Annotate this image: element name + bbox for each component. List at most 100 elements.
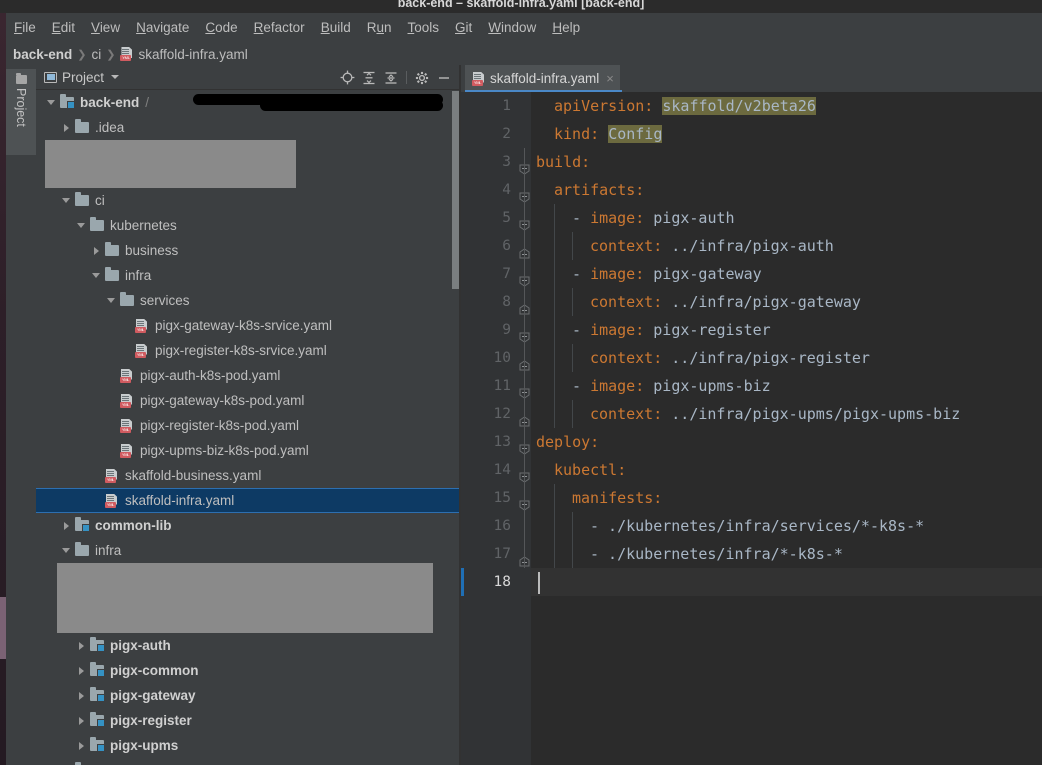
chevron-down-icon[interactable] (111, 75, 120, 79)
menu-tools[interactable]: Tools (407, 19, 441, 36)
code-line-7[interactable]: 7 - image: pigx-gateway (461, 260, 1042, 288)
menu-window[interactable]: Window (487, 19, 537, 36)
tree-row-pigx-auth-k8s-pod-yaml[interactable]: YML pigx-auth-k8s-pod.yaml (36, 363, 460, 388)
tree-row-pigx-common[interactable]: pigx-common (36, 658, 460, 683)
chevron-right-icon[interactable] (57, 123, 75, 132)
menu-edit[interactable]: Edit (51, 19, 76, 36)
tree-row-infra[interactable]: infra (36, 263, 460, 288)
chevron-right-icon[interactable] (72, 666, 90, 675)
chevron-right-icon[interactable] (72, 716, 90, 725)
code-line-11[interactable]: 11 - image: pigx-upms-biz (461, 372, 1042, 400)
menu-code[interactable]: Code (204, 19, 238, 36)
editor-tab-skaffold-infra-yaml[interactable]: YML skaffold-infra.yaml × (465, 65, 620, 92)
menu-file[interactable]: File (13, 19, 37, 36)
chevron-right-icon[interactable] (57, 521, 75, 530)
tree-row-pigx-gateway[interactable]: pigx-gateway (36, 683, 460, 708)
indent-guide (554, 260, 555, 288)
tool-window-tab-project[interactable]: Project (6, 69, 36, 155)
indent-guide (572, 344, 573, 372)
chevron-right-icon[interactable] (72, 691, 90, 700)
chevron-down-icon[interactable] (57, 548, 75, 553)
fold-region-line (524, 204, 525, 232)
gear-icon[interactable] (412, 68, 432, 88)
collapse-all-icon[interactable] (381, 68, 401, 88)
chevron-down-icon[interactable] (42, 100, 60, 105)
menu-run[interactable]: Run (366, 19, 393, 36)
code-token: manifests: (572, 489, 663, 507)
code-line-16[interactable]: 16 - ./kubernetes/infra/services/*-k8s-* (461, 512, 1042, 540)
tree-row--idea[interactable]: .idea (36, 115, 460, 140)
tree-row-services[interactable]: services (36, 288, 460, 313)
expand-all-icon[interactable] (359, 68, 379, 88)
menu-view[interactable]: View (90, 19, 121, 36)
code-line-10[interactable]: 10 context: ../infra/pigx-register (461, 344, 1042, 372)
tree-row-pigx-gateway-k8s-srvice-yaml[interactable]: YML pigx-gateway-k8s-srvice.yaml (36, 313, 460, 338)
code-line-18[interactable]: 18 (461, 568, 1042, 596)
project-tree[interactable]: back-end / .idea ci kubernetes business infra s… (36, 90, 460, 765)
code-line-14[interactable]: 14 kubectl: (461, 456, 1042, 484)
menu-git[interactable]: Git (454, 19, 473, 36)
breadcrumb-item-skaffold-infra-yaml[interactable]: skaffold-infra.yaml (138, 47, 247, 62)
tree-row-pigx-auth[interactable]: pigx-auth (36, 633, 460, 658)
menu-navigate[interactable]: Navigate (135, 19, 190, 36)
chevron-down-icon[interactable] (87, 273, 105, 278)
folder-icon (90, 217, 104, 231)
tree-row-pigx-register[interactable]: pigx-register (36, 708, 460, 733)
code-line-3[interactable]: 3 build: (461, 148, 1042, 176)
tree-row-skaffold-business-yaml[interactable]: YML skaffold-business.yaml (36, 463, 460, 488)
chevron-down-icon[interactable] (102, 298, 120, 303)
tree-row-pigx-register-k8s-srvice-yaml[interactable]: YML pigx-register-k8s-srvice.yaml (36, 338, 460, 363)
tool-window-tab-structure[interactable]: Structure (6, 713, 36, 765)
chevron-right-icon[interactable] (72, 741, 90, 750)
tree-row-common-lib[interactable]: common-lib (36, 513, 460, 538)
chevron-down-icon[interactable] (72, 223, 90, 228)
locate-icon[interactable] (337, 68, 357, 88)
code-line-6[interactable]: 6 context: ../infra/pigx-auth (461, 232, 1042, 260)
close-icon[interactable]: × (606, 72, 614, 85)
menu-mnemonic: R (253, 19, 264, 35)
tree-row-label: skaffold-infra.yaml (125, 493, 235, 508)
tree-row-pigx-upms-biz-k8s-pod-yaml[interactable]: YML pigx-upms-biz-k8s-pod.yaml (36, 438, 460, 463)
menu-help[interactable]: Help (551, 19, 581, 36)
tree-row-back-end[interactable]: back-end / (36, 90, 460, 115)
code-line-9[interactable]: 9 - image: pigx-register (461, 316, 1042, 344)
code-line-13[interactable]: 13 deploy: (461, 428, 1042, 456)
breadcrumb-item-back-end[interactable]: back-end (13, 47, 72, 62)
module-folder-icon (75, 517, 90, 532)
folder-icon (105, 242, 119, 256)
code-line-5[interactable]: 5 - image: pigx-auth (461, 204, 1042, 232)
tree-row-pigx-gateway-k8s-pod-yaml[interactable]: YML pigx-gateway-k8s-pod.yaml (36, 388, 460, 413)
tree-row-kubernetes[interactable]: kubernetes (36, 213, 460, 238)
code-line-8[interactable]: 8 context: ../infra/pigx-gateway (461, 288, 1042, 316)
minimize-icon[interactable] (434, 68, 454, 88)
code-lines[interactable]: 1 apiVersion: skaffold/v2beta26 2 kind: Con… (461, 92, 1042, 765)
menu-build[interactable]: Build (320, 19, 352, 36)
editor-tabbar: YML skaffold-infra.yaml × (461, 65, 1042, 92)
chevron-right-icon[interactable] (72, 641, 90, 650)
code-line-4[interactable]: 4 artifacts: (461, 176, 1042, 204)
code-line-1[interactable]: 1 apiVersion: skaffold/v2beta26 (461, 92, 1042, 120)
code-line-text: context: ../infra/pigx-register (590, 344, 870, 372)
breadcrumb-item-ci[interactable]: ci (92, 47, 102, 62)
tree-row-logs[interactable]: logs (36, 758, 460, 765)
tree-row-pigx-register-k8s-pod-yaml[interactable]: YML pigx-register-k8s-pod.yaml (36, 413, 460, 438)
tree-row-business[interactable]: business (36, 238, 460, 263)
tree-row-skaffold-infra-yaml[interactable]: YML skaffold-infra.yaml (36, 488, 460, 513)
code-editor[interactable]: 1 apiVersion: skaffold/v2beta26 2 kind: Con… (461, 92, 1042, 765)
project-panel-title-group[interactable]: Project (44, 70, 120, 85)
tree-row-infra[interactable]: infra (36, 538, 460, 563)
code-line-17[interactable]: 17 - ./kubernetes/infra/*-k8s-* (461, 540, 1042, 568)
chevron-down-icon[interactable] (57, 198, 75, 203)
code-token: deploy: (536, 433, 600, 451)
tree-row-label: pigx-upms-biz-k8s-pod.yaml (140, 443, 309, 458)
menu-refactor[interactable]: Refactor (253, 19, 306, 36)
code-line-15[interactable]: 15 manifests: (461, 484, 1042, 512)
indent-guide (554, 316, 555, 344)
chevron-right-icon[interactable] (87, 246, 105, 255)
code-line-12[interactable]: 12 context: ../infra/pigx-upms/pigx-upms-… (461, 400, 1042, 428)
code-line-2[interactable]: 2 kind: Config (461, 120, 1042, 148)
indent-guide (554, 372, 555, 400)
code-token: pigx-gateway (644, 265, 762, 283)
tree-row-ci[interactable]: ci (36, 188, 460, 213)
tree-row-pigx-upms[interactable]: pigx-upms (36, 733, 460, 758)
